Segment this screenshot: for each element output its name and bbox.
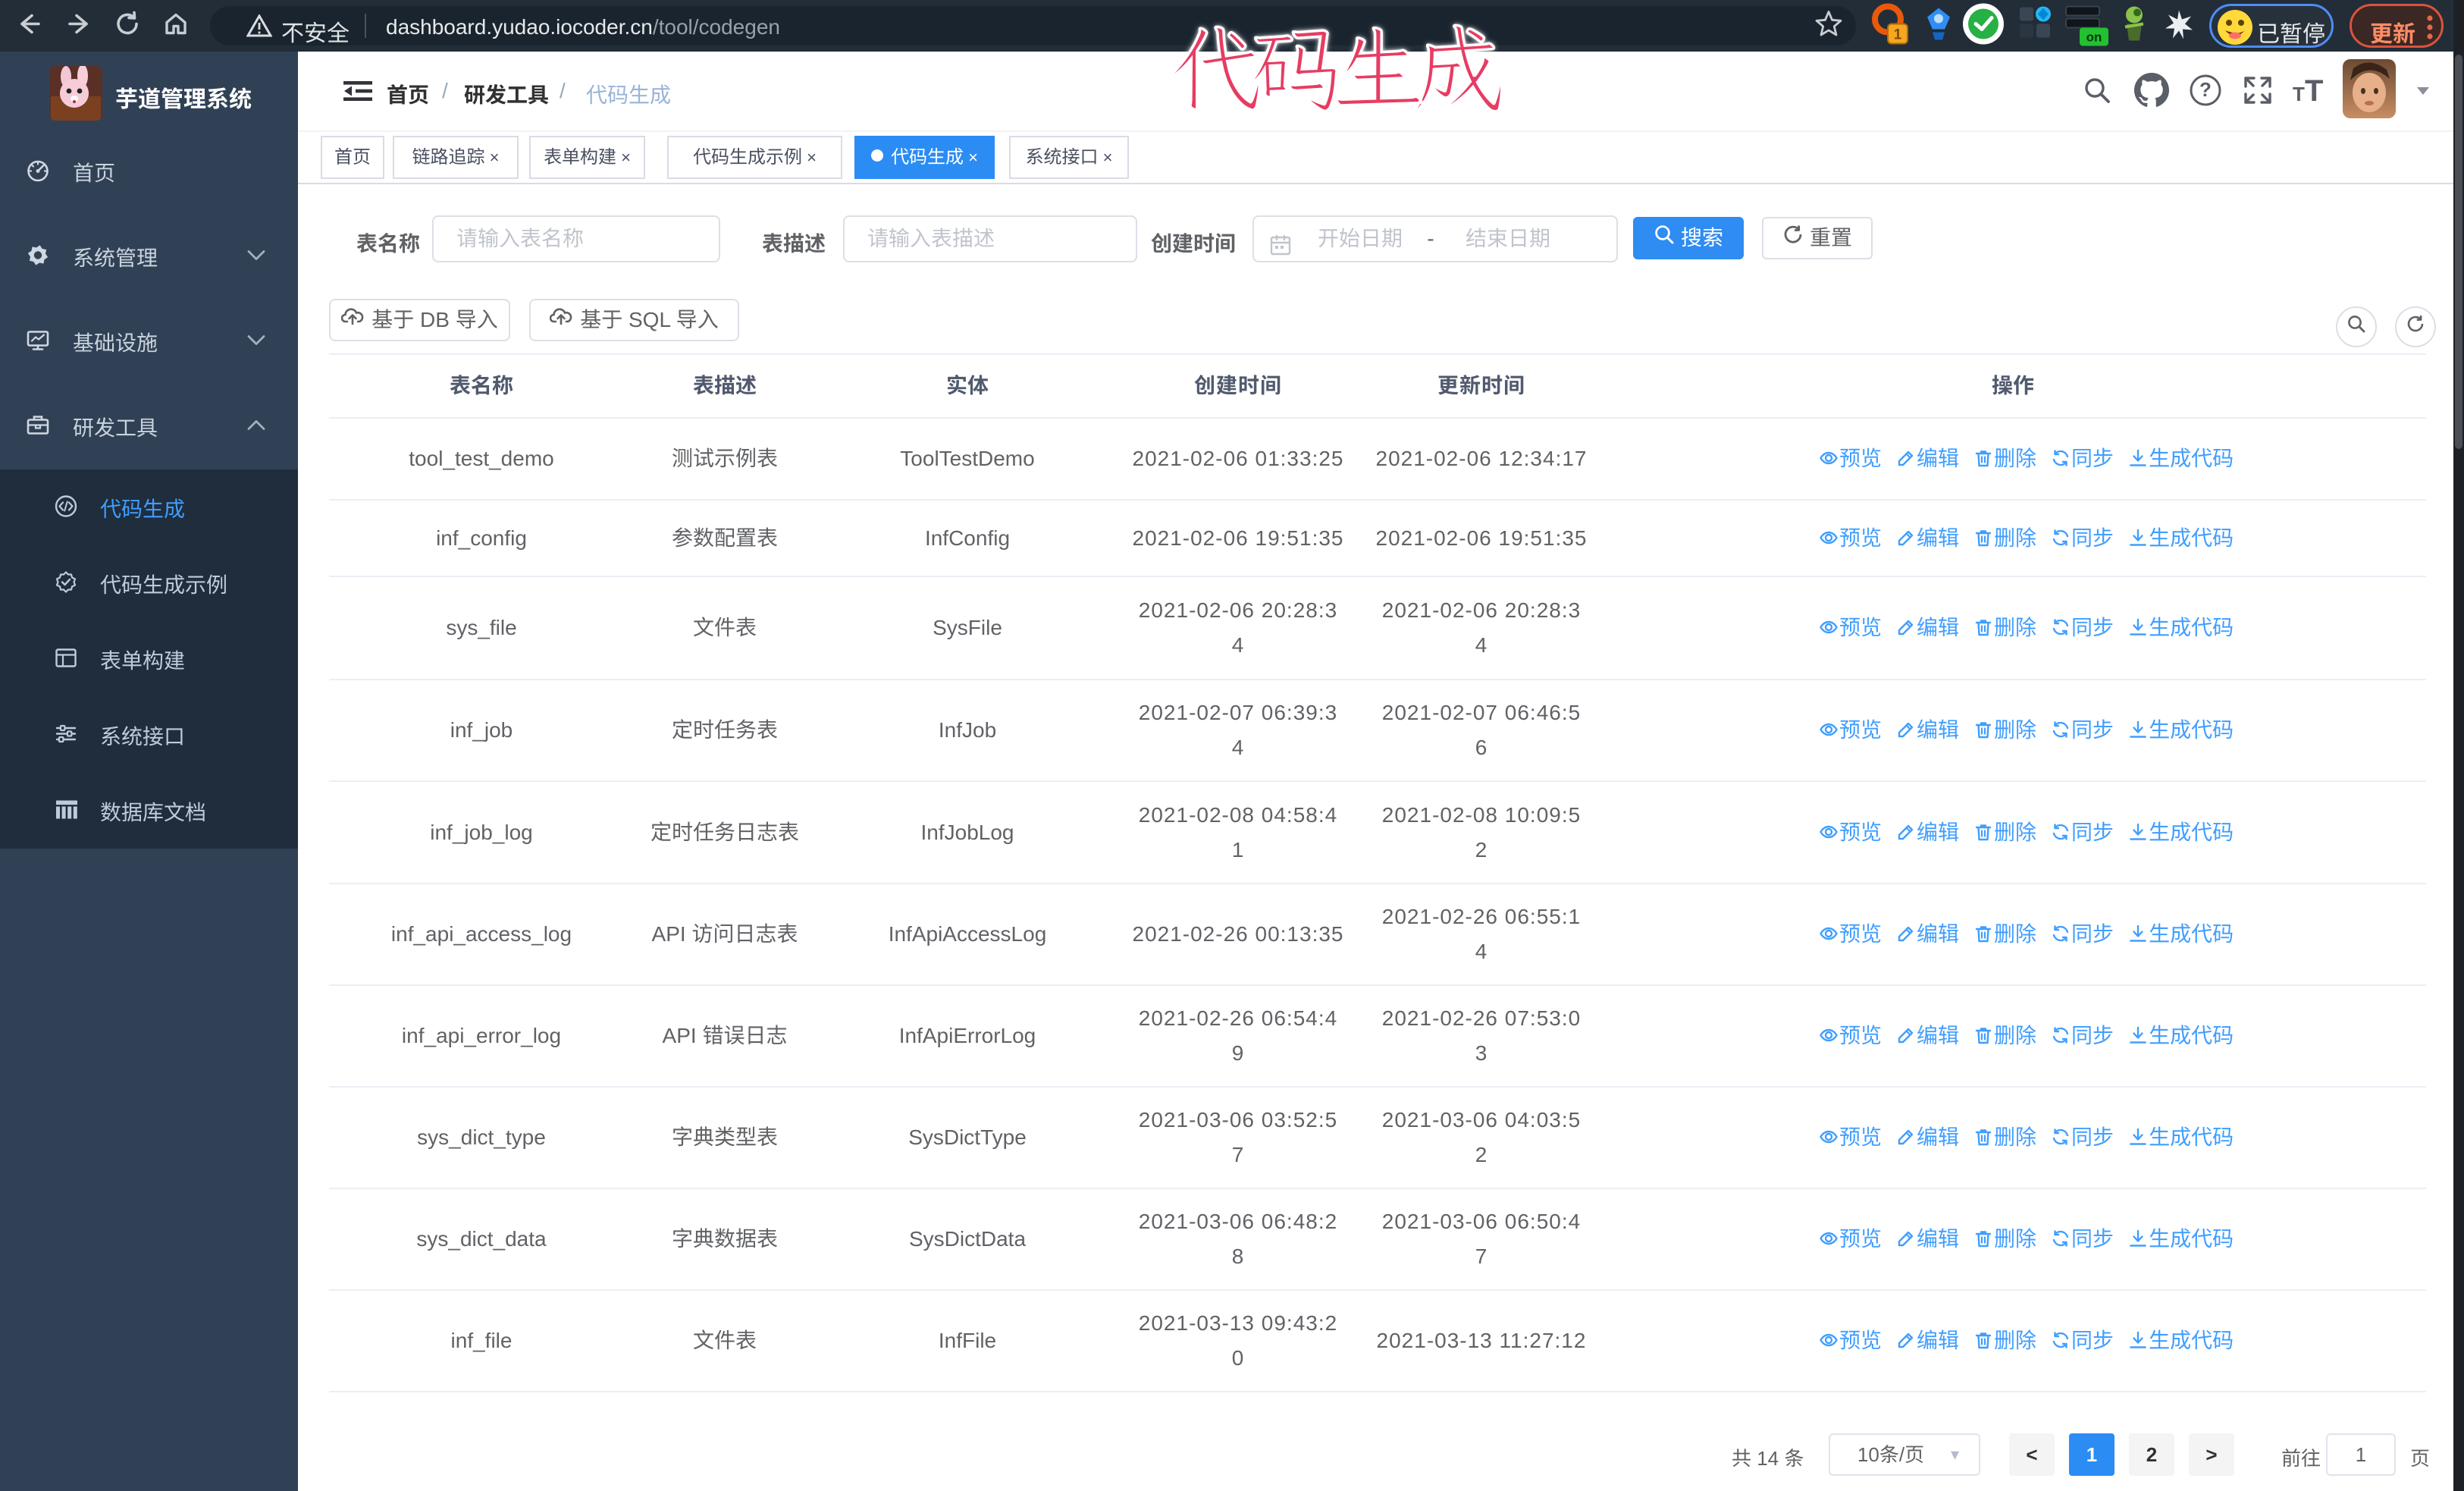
svg-text:on: on: [2086, 30, 2102, 45]
svg-text:?: ?: [2199, 78, 2212, 101]
svg-text:T: T: [2293, 83, 2305, 105]
svg-text:T: T: [2305, 75, 2323, 105]
svg-text:1: 1: [1894, 27, 1902, 43]
